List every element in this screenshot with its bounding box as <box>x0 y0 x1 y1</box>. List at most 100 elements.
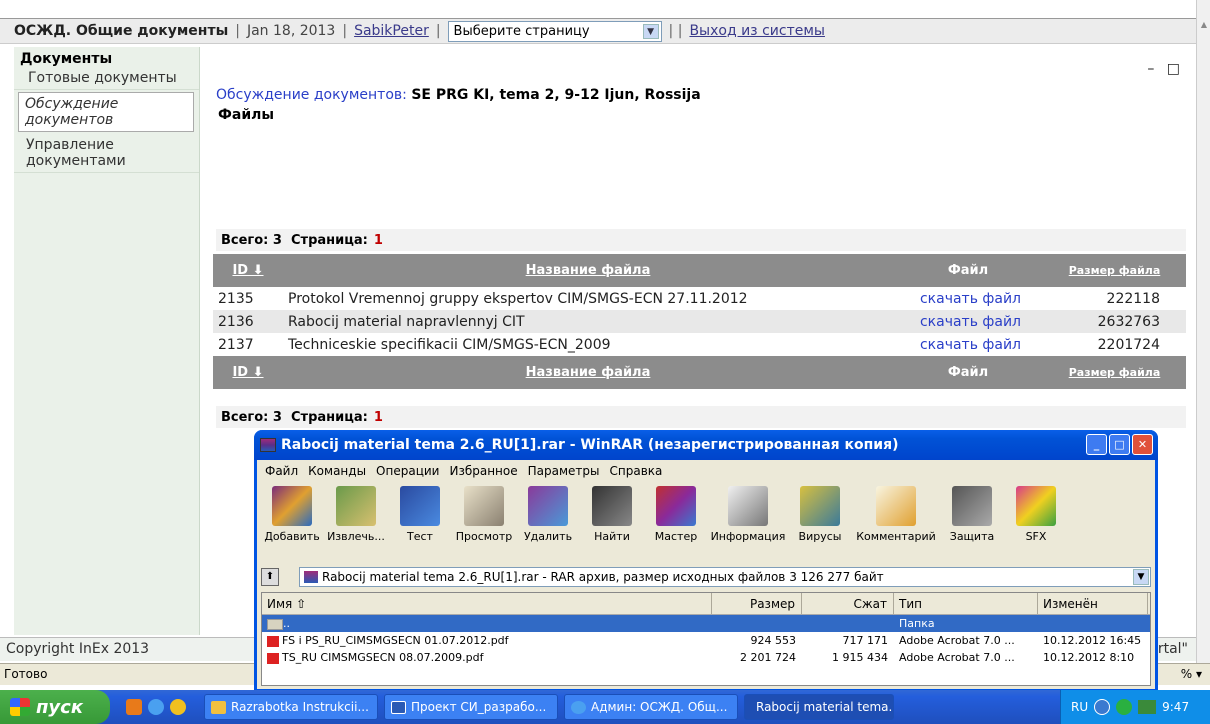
list-item[interactable]: .. Папка <box>262 615 1150 632</box>
page-number[interactable]: 1 <box>374 410 383 425</box>
page-select[interactable]: Выберите страницу ▼ <box>447 20 662 42</box>
zoom-control[interactable]: % ▾ <box>1181 667 1202 681</box>
row-id: 2137 <box>218 336 254 353</box>
tool-virus-button[interactable]: Вирусы <box>789 486 851 543</box>
menu-file[interactable]: Файл <box>265 464 298 478</box>
media-icon[interactable] <box>170 699 186 715</box>
menu-commands[interactable]: Команды <box>308 464 366 478</box>
taskbar-item-winrar[interactable]: Rabocij material tema... <box>744 694 894 720</box>
tool-delete-button[interactable]: Удалить <box>517 486 579 543</box>
sidebar-item-discussion[interactable]: Обсуждение документов <box>18 92 194 132</box>
discussion-title: SE PRG KI, tema 2, 9-12 Ijun, Rossija <box>411 87 701 103</box>
page-label: Страница: <box>291 409 368 425</box>
discussion-heading: Обсуждение документов: SE PRG KI, tema 2… <box>216 87 701 103</box>
rar-archive-icon <box>304 571 318 583</box>
system-tray: RU 9:47 <box>1060 690 1210 724</box>
clock: 9:47 <box>1162 700 1190 714</box>
status-icon[interactable] <box>1116 699 1133 715</box>
tool-add-button[interactable]: Добавить <box>261 486 323 543</box>
col-type[interactable]: Тип <box>894 593 1038 614</box>
taskbar-item-browser[interactable]: Админ: ОСЖД. Общ... <box>564 694 738 720</box>
menu-options[interactable]: Параметры <box>528 464 600 478</box>
scroll-up-icon[interactable]: ▲ <box>1198 20 1210 34</box>
total-count: Всего: 3 <box>221 232 282 248</box>
language-indicator[interactable]: RU <box>1071 700 1088 714</box>
taskbar-label: Админ: ОСЖД. Общ... <box>591 700 728 714</box>
file-name: TS_RU CIMSMGSECN 08.07.2009.pdf <box>282 651 484 664</box>
tool-label: Добавить <box>264 530 320 543</box>
tool-view-button[interactable]: Просмотр <box>453 486 515 543</box>
page-select-value: Выберите страницу <box>453 23 590 39</box>
start-button[interactable]: пуск <box>0 690 110 724</box>
col-name[interactable]: Имя ⇧ <box>262 593 712 614</box>
row-id: 2136 <box>213 310 283 333</box>
tool-label: Извлечь... <box>327 530 385 543</box>
tool-test-button[interactable]: Тест <box>389 486 451 543</box>
column-id[interactable]: ID ⬇ <box>213 356 283 389</box>
tool-wizard-button[interactable]: Мастер <box>645 486 707 543</box>
file-type: Adobe Acrobat 7.0 ... <box>899 634 1015 647</box>
download-link[interactable]: скачать файл <box>893 287 1043 310</box>
tray-app-icon[interactable] <box>1138 700 1157 714</box>
column-size[interactable]: Размер файла <box>1043 254 1186 287</box>
chevron-down-icon[interactable]: ▼ <box>642 23 659 39</box>
ie-icon[interactable] <box>148 699 164 715</box>
list-item[interactable]: TS_RU CIMSMGSECN 08.07.2009.pdf 2 201 72… <box>262 649 1150 666</box>
files-heading: Файлы <box>218 107 275 123</box>
row-filename: Techniceskie specifikacii CIM/SMGS-ECN_2… <box>288 336 611 353</box>
winrar-window: Rabocij material tema 2.6_RU[1].rar - Wi… <box>254 430 1158 692</box>
column-id[interactable]: ID ⬇ <box>213 254 283 287</box>
maximize-icon[interactable]: □ <box>1109 434 1130 455</box>
menu-help[interactable]: Справка <box>610 464 663 478</box>
page-scrollbar[interactable]: ▲ <box>1196 0 1210 672</box>
close-icon[interactable]: ✕ <box>1132 434 1153 455</box>
col-size[interactable]: Размер <box>712 593 802 614</box>
find-binoculars-icon <box>592 486 632 526</box>
row-id: 2135 <box>218 290 254 307</box>
copyright-text: Copyright InEx 2013 <box>6 641 150 657</box>
separator: | <box>342 23 348 39</box>
download-link[interactable]: скачать файл <box>893 333 1043 356</box>
tool-label: Защита <box>949 530 995 543</box>
tool-label: Тест <box>407 530 433 543</box>
menu-operations[interactable]: Операции <box>376 464 439 478</box>
file-packed: 1 915 434 <box>832 651 888 664</box>
tool-label: SFX <box>1025 530 1047 543</box>
tool-extract-button[interactable]: Извлечь... <box>325 486 387 543</box>
protect-shield-icon <box>952 486 992 526</box>
folder-icon <box>211 700 226 714</box>
file-type: Папка <box>899 617 935 630</box>
taskbar-item-word[interactable]: Проект СИ_разрабо... <box>384 694 558 720</box>
taskbar-item-explorer[interactable]: Razrabotka Instrukcii... <box>204 694 378 720</box>
tool-info-button[interactable]: Информация <box>709 486 787 543</box>
list-item[interactable]: FS i PS_RU_CIMSMGSECN 01.07.2012.pdf 924… <box>262 632 1150 649</box>
sidebar-item-ready-docs[interactable]: Готовые документы <box>14 67 199 90</box>
taskbar-label: Rabocij material tema... <box>756 700 894 714</box>
tool-sfx-button[interactable]: SFX <box>1005 486 1067 543</box>
outlook-icon[interactable] <box>126 699 142 715</box>
menu-favorites[interactable]: Избранное <box>449 464 517 478</box>
winrar-menubar: Файл Команды Операции Избранное Параметр… <box>265 464 662 478</box>
col-modified[interactable]: Изменён <box>1038 593 1148 614</box>
archive-path-field[interactable]: Rabocij material tema 2.6_RU[1].rar - RA… <box>299 567 1151 587</box>
column-filename[interactable]: Название файла <box>283 356 893 389</box>
user-link[interactable]: SabikPeter <box>354 23 429 39</box>
up-folder-icon[interactable]: ⬆ <box>261 568 279 586</box>
panel-window-controls[interactable]: – □ <box>1147 61 1184 77</box>
folder-icon <box>267 618 283 630</box>
tool-protect-button[interactable]: Защита <box>941 486 1003 543</box>
sidebar-item-management[interactable]: Управление документами <box>14 134 199 173</box>
winrar-titlebar[interactable]: Rabocij material tema 2.6_RU[1].rar - Wi… <box>254 430 1158 460</box>
logout-link[interactable]: Выход из системы <box>689 23 825 39</box>
tool-find-button[interactable]: Найти <box>581 486 643 543</box>
column-filename[interactable]: Название файла <box>283 254 893 287</box>
column-size[interactable]: Размер файла <box>1043 356 1186 389</box>
pagination-top: Всего: 3 Страница: 1 <box>216 229 1186 251</box>
minimize-icon[interactable]: _ <box>1086 434 1107 455</box>
col-packed[interactable]: Сжат <box>802 593 894 614</box>
download-link[interactable]: скачать файл <box>893 310 1043 333</box>
chevron-down-icon[interactable]: ▼ <box>1133 569 1149 585</box>
page-number[interactable]: 1 <box>374 233 383 248</box>
tool-comment-button[interactable]: Комментарий <box>853 486 939 543</box>
back-arrow-icon[interactable] <box>1094 699 1111 715</box>
